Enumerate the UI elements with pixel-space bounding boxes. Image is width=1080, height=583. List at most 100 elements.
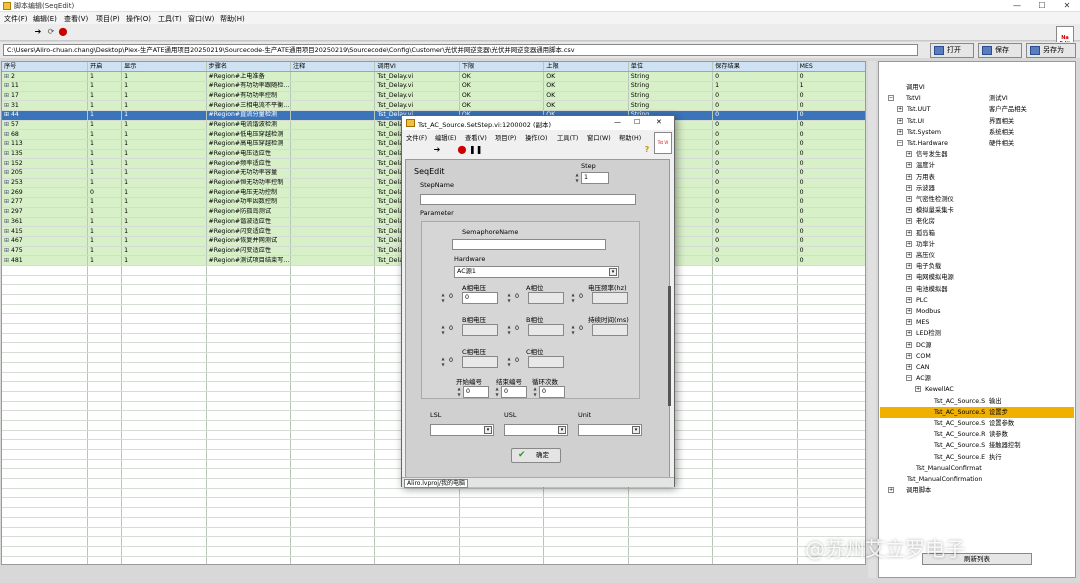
tree-item[interactable]: + 信号发生器: [880, 149, 1074, 160]
table-cell[interactable]: ⊞ 152: [2, 158, 88, 170]
table-cell[interactable]: 1: [121, 120, 207, 131]
table-row[interactable]: ⊞ 11 1 1 #Region#有功功率跟随检... Tst_Delay.vi OK OK…: [2, 81, 865, 92]
start-index-value[interactable]: 0: [463, 386, 489, 398]
table-cell[interactable]: [290, 100, 376, 111]
table-cell[interactable]: Tst_Delay.vi: [374, 71, 460, 82]
table-cell[interactable]: 0: [797, 149, 865, 160]
table-cell[interactable]: ⊞ 205: [2, 168, 88, 179]
table-cell[interactable]: [121, 546, 207, 557]
spinner-icon[interactable]: ▲ ▼: [440, 324, 446, 336]
table-row[interactable]: [2, 507, 865, 518]
table-cell[interactable]: ⊞ 31: [2, 100, 88, 111]
expand-icon[interactable]: ⊞: [4, 189, 11, 196]
table-cell[interactable]: [374, 497, 460, 509]
dialog-close-button[interactable]: ✕: [656, 118, 662, 126]
table-cell[interactable]: [290, 158, 376, 170]
table-cell[interactable]: [290, 294, 376, 305]
table-cell[interactable]: [797, 333, 865, 344]
table-cell[interactable]: [2, 410, 88, 421]
table-cell[interactable]: [712, 342, 798, 354]
table-cell[interactable]: 1: [121, 236, 207, 247]
table-cell[interactable]: [797, 507, 865, 518]
expand-icon[interactable]: +: [906, 296, 912, 303]
table-cell[interactable]: [206, 439, 291, 450]
table-cell[interactable]: [290, 313, 376, 325]
table-cell[interactable]: [206, 430, 291, 441]
tree-item[interactable]: 调用VI: [880, 82, 1074, 93]
table-cell[interactable]: OK: [459, 100, 545, 111]
table-cell[interactable]: [543, 507, 629, 518]
table-cell[interactable]: [797, 391, 865, 402]
a-phase-input[interactable]: ▲ ▼ 0: [506, 292, 564, 304]
tree-item[interactable]: + 老化房: [880, 216, 1074, 227]
table-cell[interactable]: [2, 352, 88, 363]
table-cell[interactable]: [121, 468, 207, 480]
table-cell[interactable]: ⊞ 135: [2, 149, 88, 160]
table-cell[interactable]: [290, 536, 376, 547]
table-cell[interactable]: [628, 497, 714, 509]
table-cell[interactable]: [628, 527, 714, 538]
table-cell[interactable]: [290, 139, 376, 150]
table-cell[interactable]: [206, 304, 291, 315]
table-cell[interactable]: [290, 129, 376, 140]
table-cell[interactable]: [121, 362, 207, 373]
table-cell[interactable]: [374, 517, 460, 528]
table-cell[interactable]: 0: [797, 129, 865, 140]
table-cell[interactable]: 0: [797, 246, 865, 257]
table-cell[interactable]: ⊞ 57: [2, 120, 88, 131]
table-cell[interactable]: 0: [797, 255, 865, 266]
table-cell[interactable]: [290, 488, 376, 499]
table-row[interactable]: [2, 497, 865, 509]
table-cell[interactable]: [121, 352, 207, 363]
table-cell[interactable]: [87, 381, 123, 392]
table-cell[interactable]: [797, 517, 865, 528]
table-cell[interactable]: 1: [87, 129, 123, 140]
table-cell[interactable]: [2, 488, 88, 499]
table-cell[interactable]: [712, 420, 798, 431]
table-cell[interactable]: [797, 265, 865, 276]
table-cell[interactable]: [797, 420, 865, 431]
spinner-icon[interactable]: ▲ ▼: [532, 386, 538, 398]
table-cell[interactable]: [290, 507, 376, 518]
table-cell[interactable]: 1: [87, 246, 123, 257]
table-cell[interactable]: [290, 168, 376, 179]
table-cell[interactable]: ⊞ 467: [2, 236, 88, 247]
expand-icon[interactable]: +: [906, 285, 912, 292]
expand-icon[interactable]: +: [906, 252, 912, 258]
table-cell[interactable]: 0: [712, 71, 798, 82]
table-cell[interactable]: [797, 304, 865, 315]
table-cell[interactable]: [87, 497, 123, 509]
table-cell[interactable]: [206, 507, 291, 518]
table-cell[interactable]: [87, 265, 123, 276]
table-cell[interactable]: [797, 372, 865, 383]
a-voltage-input[interactable]: 0: [462, 292, 502, 304]
step-spinner-icon[interactable]: ▲ ▼: [574, 172, 580, 184]
expand-icon[interactable]: +: [888, 487, 894, 494]
table-cell[interactable]: [87, 546, 123, 557]
table-cell[interactable]: 0: [797, 217, 865, 228]
table-cell[interactable]: [2, 507, 88, 518]
tree-item[interactable]: − TstVI 测试VI: [880, 93, 1074, 104]
table-cell[interactable]: [121, 304, 207, 315]
table-cell[interactable]: 0: [712, 110, 798, 121]
table-cell[interactable]: [712, 323, 798, 334]
table-cell[interactable]: Tst_Delay.vi: [374, 100, 460, 111]
menu-file[interactable]: 文件(F): [4, 14, 28, 24]
b-voltage-input[interactable]: ▲ ▼ 0: [440, 324, 498, 336]
column-header[interactable]: 序号: [2, 62, 88, 73]
table-row[interactable]: ⊞ 17 1 1 #Region#有功功率控制 Tst_Delay.vi OK OK Stri…: [2, 91, 865, 102]
table-cell[interactable]: [797, 381, 865, 392]
table-cell[interactable]: [712, 527, 798, 538]
table-cell[interactable]: [2, 284, 88, 295]
table-cell[interactable]: [206, 313, 291, 325]
tree-item[interactable]: + 气密性检测仪: [880, 194, 1074, 205]
table-cell[interactable]: [2, 265, 88, 276]
table-cell[interactable]: [121, 342, 207, 354]
table-cell[interactable]: #Region#低电压穿越检测: [206, 129, 291, 140]
table-cell[interactable]: [290, 449, 376, 460]
expand-icon[interactable]: +: [906, 207, 912, 214]
table-cell[interactable]: [712, 352, 798, 363]
table-cell[interactable]: [87, 420, 123, 431]
table-cell[interactable]: [374, 556, 460, 564]
table-cell[interactable]: 1: [121, 71, 207, 82]
